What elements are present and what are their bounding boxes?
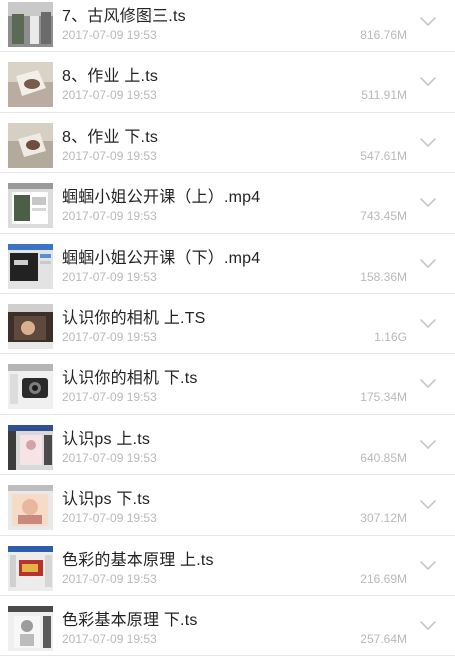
chevron-down-icon[interactable] — [417, 252, 439, 274]
file-row[interactable]: 认识ps 上.ts 2017-07-09 19:53 640.85M — [0, 414, 455, 476]
file-name: 认识你的相机 下.ts — [62, 370, 198, 388]
file-size: 511.91M — [361, 88, 407, 103]
file-name: 蝈蝈小姐公开课（下）.mp4 — [62, 249, 261, 267]
file-size: 640.85M — [360, 450, 407, 465]
file-name: 8、作业 上.ts — [62, 68, 159, 86]
file-date: 2017-07-09 19:53 — [62, 88, 157, 103]
video-thumbnail-icon — [8, 485, 53, 531]
video-thumbnail-icon — [8, 243, 53, 289]
file-name: 色彩基本原理 下.ts — [62, 611, 198, 629]
chevron-down-icon[interactable] — [417, 372, 439, 394]
file-size: 216.69M — [360, 571, 407, 586]
file-date: 2017-07-09 19:53 — [62, 148, 157, 163]
file-size: 816.76M — [360, 28, 407, 42]
file-name: 认识ps 下.ts — [62, 491, 151, 509]
file-date: 2017-07-09 19:53 — [62, 329, 157, 344]
file-name: 认识ps 上.ts — [62, 430, 151, 448]
file-name: 8、作业 下.ts — [62, 128, 159, 146]
file-date: 2017-07-09 19:53 — [62, 209, 157, 224]
chevron-down-icon[interactable] — [417, 614, 439, 636]
file-date: 2017-07-09 19:53 — [62, 511, 157, 526]
file-date: 2017-07-09 19:53 — [62, 631, 157, 646]
file-list: 7、古风修图三.ts 2017-07-09 19:53 816.76M 8、作业… — [0, 0, 455, 656]
file-date: 2017-07-09 19:53 — [62, 269, 157, 284]
file-size: 257.64M — [360, 631, 407, 646]
file-row[interactable]: 认识你的相机 上.TS 2017-07-09 19:53 1.16G — [0, 293, 455, 355]
file-row[interactable]: 蝈蝈小姐公开课（上）.mp4 2017-07-09 19:53 743.45M — [0, 173, 455, 234]
file-date: 2017-07-09 19:53 — [62, 450, 157, 465]
file-row[interactable]: 8、作业 下.ts 2017-07-09 19:53 547.61M — [0, 112, 455, 174]
chevron-down-icon[interactable] — [417, 10, 439, 32]
video-thumbnail-icon — [8, 183, 53, 229]
chevron-down-icon[interactable] — [417, 312, 439, 334]
file-name: 认识你的相机 上.TS — [62, 309, 206, 327]
file-name: 7、古风修图三.ts — [62, 8, 186, 25]
chevron-down-icon[interactable] — [417, 554, 439, 576]
chevron-down-icon[interactable] — [417, 433, 439, 455]
file-size: 175.34M — [360, 390, 407, 405]
file-date: 2017-07-09 19:53 — [62, 390, 157, 405]
video-thumbnail-icon — [8, 364, 53, 410]
video-thumbnail-icon — [8, 2, 53, 47]
file-row[interactable]: 7、古风修图三.ts 2017-07-09 19:53 816.76M — [0, 0, 455, 53]
file-name: 色彩的基本原理 上.ts — [62, 551, 214, 569]
file-row[interactable]: 色彩基本原理 下.ts 2017-07-09 19:53 257.64M — [0, 595, 455, 656]
video-thumbnail-icon — [8, 62, 53, 108]
video-thumbnail-icon — [8, 122, 53, 168]
video-thumbnail-icon — [8, 605, 53, 651]
file-name: 蝈蝈小姐公开课（上）.mp4 — [62, 189, 261, 207]
file-row[interactable]: 认识ps 下.ts 2017-07-09 19:53 307.12M — [0, 475, 455, 536]
file-row[interactable]: 蝈蝈小姐公开课（下）.mp4 2017-07-09 19:53 158.36M — [0, 233, 455, 294]
video-thumbnail-icon — [8, 424, 53, 470]
file-size: 307.12M — [360, 511, 407, 526]
file-date: 2017-07-09 19:53 — [62, 571, 157, 586]
video-thumbnail-icon — [8, 545, 53, 591]
video-thumbnail-icon — [8, 303, 53, 349]
file-size: 158.36M — [360, 269, 407, 284]
chevron-down-icon[interactable] — [417, 493, 439, 515]
file-size: 1.16G — [374, 329, 407, 344]
chevron-down-icon[interactable] — [417, 191, 439, 213]
chevron-down-icon[interactable] — [417, 70, 439, 92]
file-date: 2017-07-09 19:53 — [62, 28, 157, 42]
file-size: 743.45M — [360, 209, 407, 224]
chevron-down-icon[interactable] — [417, 131, 439, 153]
file-size: 547.61M — [360, 148, 407, 163]
file-row[interactable]: 8、作业 上.ts 2017-07-09 19:53 511.91M — [0, 52, 455, 113]
file-row[interactable]: 色彩的基本原理 上.ts 2017-07-09 19:53 216.69M — [0, 535, 455, 596]
file-row[interactable]: 认识你的相机 下.ts 2017-07-09 19:53 175.34M — [0, 354, 455, 415]
